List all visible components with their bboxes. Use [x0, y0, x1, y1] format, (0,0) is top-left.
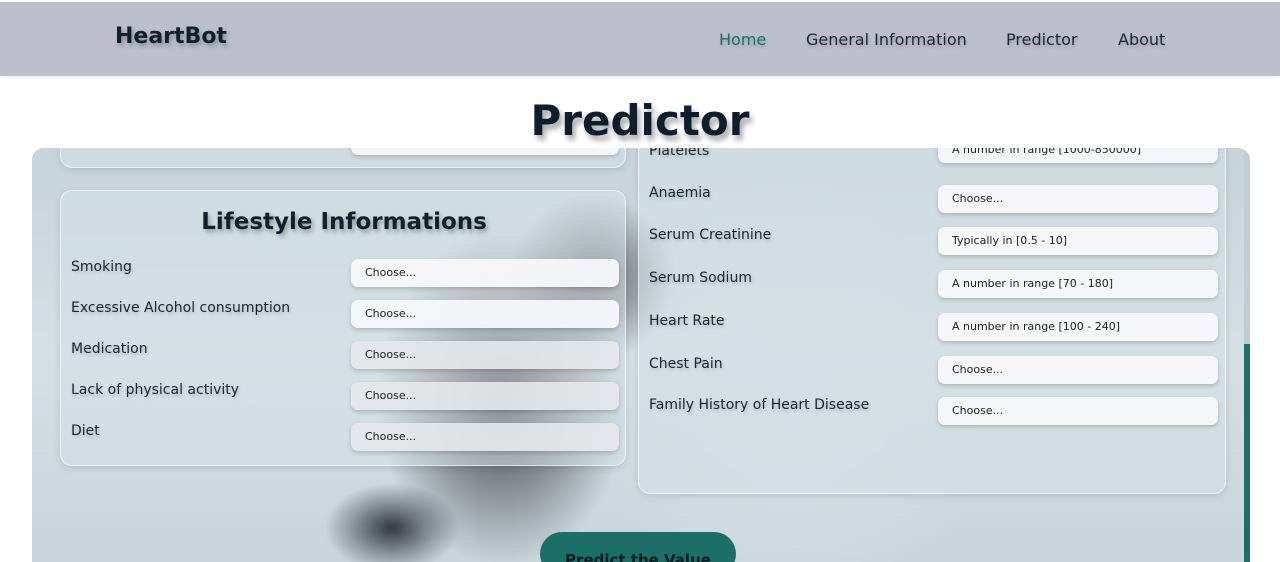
physical-activity-select[interactable]: Choose... — [351, 382, 619, 410]
alcohol-select[interactable]: Choose... — [351, 300, 619, 328]
heart-rate-label: Heart Rate — [649, 313, 725, 329]
physical-activity-label: Lack of physical activity — [71, 382, 240, 398]
family-history-select[interactable]: Choose... — [938, 397, 1218, 425]
navbar: HeartBot Home General Information Predic… — [0, 0, 1280, 76]
previous-field-input[interactable] — [351, 148, 619, 155]
smoking-label: Smoking — [71, 259, 132, 275]
heart-rate-input[interactable]: A number in range [100 - 240] — [938, 313, 1218, 341]
serum-creatinine-input[interactable]: Typically in [0.5 - 10] — [938, 227, 1218, 255]
diet-select[interactable]: Choose... — [351, 423, 619, 451]
medication-select[interactable]: Choose... — [351, 341, 619, 369]
smoking-select[interactable]: Choose... — [351, 259, 619, 287]
previous-section-card — [60, 148, 626, 168]
scrollbar-thumb[interactable] — [1244, 344, 1250, 562]
lifestyle-heading: Lifestyle Informations — [201, 209, 487, 235]
nav-link-predictor[interactable]: Predictor — [1006, 30, 1077, 49]
nav-link-general-information[interactable]: General Information — [806, 30, 967, 49]
chest-pain-select[interactable]: Choose... — [938, 356, 1218, 384]
chest-pain-label: Chest Pain — [649, 356, 723, 372]
family-history-label: Family History of Heart Disease — [649, 397, 870, 413]
clinical-card: Platelets A number in range [1000-850000… — [638, 148, 1226, 494]
alcohol-label: Excessive Alcohol consumption — [71, 300, 291, 316]
nav-link-home[interactable]: Home — [719, 30, 766, 49]
nav-link-about[interactable]: About — [1118, 30, 1165, 49]
serum-sodium-input[interactable]: A number in range [70 - 180] — [938, 270, 1218, 298]
brand-logo[interactable]: HeartBot — [115, 24, 227, 49]
diet-label: Diet — [71, 423, 100, 439]
medication-label: Medication — [71, 341, 148, 357]
platelets-label: Platelets — [649, 148, 710, 159]
predict-button[interactable]: Predict the Value — [540, 532, 736, 562]
serum-creatinine-label: Serum Creatinine — [649, 227, 772, 243]
serum-sodium-label: Serum Sodium — [649, 270, 752, 286]
page-title: Predictor — [530, 96, 750, 145]
anaemia-select[interactable]: Choose... — [938, 185, 1218, 213]
lifestyle-card: Lifestyle Informations Smoking Choose...… — [60, 190, 626, 466]
anaemia-label: Anaemia — [649, 185, 711, 201]
predictor-form-panel: Lifestyle Informations Smoking Choose...… — [32, 148, 1250, 562]
platelets-input[interactable]: A number in range [1000-850000] — [938, 148, 1218, 163]
